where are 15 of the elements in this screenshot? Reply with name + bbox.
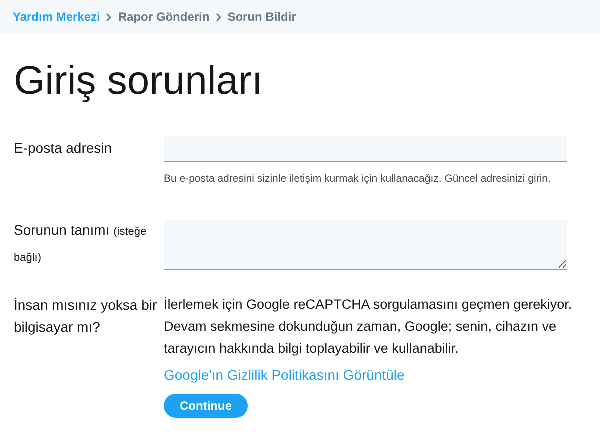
continue-button[interactable]: Continue: [164, 394, 248, 418]
description-field[interactable]: [164, 220, 567, 270]
chevron-icon: [106, 12, 112, 22]
captcha-label: İnsan mısınız yoksa bir bilgisayar mı?: [14, 296, 158, 337]
help-text: Bu e-posta adresini sizinle iletişim kurmak için kullanacağız. Güncel adresinizi girin.: [164, 172, 552, 187]
breadcrumb-item: Sorun Bildir: [228, 9, 296, 26]
email-field[interactable]: [164, 136, 567, 162]
field-label: E-posta adresin: [14, 139, 114, 158]
captcha-text: İlerlemek için Google reCAPTCHA sorgulamasını geçmen gerekiyor. Devam sekmesine dokunduğun zaman, Google; senin, cihazın ve tarayıcın hakkında bilgi toplayabilir ve kullanabilir.: [164, 296, 574, 358]
field-label: Sorunun tanımı (isteğe bağlı): [14, 220, 148, 266]
chevron-icon: [216, 12, 222, 22]
breadcrumb-link[interactable]: Yardım Merkezi: [13, 8, 100, 26]
page-title: Giriş sorunları: [13, 61, 264, 101]
privacy-link[interactable]: Google'ın Gizlilik Politikasını Görüntüle: [164, 364, 405, 386]
breadcrumb-item: Rapor Gönderin: [118, 9, 210, 26]
